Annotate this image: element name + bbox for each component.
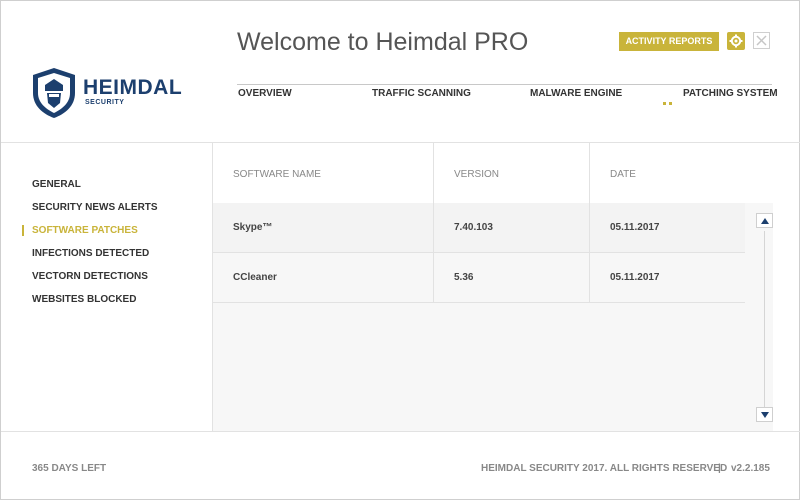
gear-icon	[729, 34, 743, 48]
footer-divider	[1, 431, 800, 432]
table-row[interactable]: CCleaner 5.36 05.11.2017	[213, 253, 745, 303]
page-title: Welcome to Heimdal PRO	[237, 28, 529, 56]
heimdal-logo: HEIMDAL SECURITY	[31, 67, 191, 119]
cell-date: 05.11.2017	[610, 272, 660, 283]
sidebar-item-websites-blocked[interactable]: WEBSITES BLOCKED	[32, 294, 136, 305]
copyright-label: HEIMDAL SECURITY 2017. ALL RIGHTS RESERV…	[481, 463, 728, 474]
sidebar-item-software-patches[interactable]: SOFTWARE PATCHES	[32, 225, 138, 236]
cell-software-name: Skype™	[233, 222, 273, 233]
column-divider	[589, 143, 590, 303]
tab-traffic-scanning[interactable]: TRAFFIC SCANNING	[372, 88, 471, 99]
tabs-divider	[237, 84, 772, 85]
arrow-down-icon	[761, 412, 769, 418]
scroll-up-button[interactable]	[756, 213, 773, 228]
sidebar-item-vectorn-detections[interactable]: VECTORN DETECTIONS	[32, 271, 148, 282]
column-header-date[interactable]: DATE	[610, 169, 636, 180]
footer-separator: |	[718, 463, 721, 474]
column-header-software-name[interactable]: SOFTWARE NAME	[233, 169, 321, 180]
app-window: HEIMDAL SECURITY Welcome to Heimdal PRO …	[0, 0, 800, 500]
cell-date: 05.11.2017	[610, 222, 660, 233]
shield-icon	[33, 68, 75, 118]
close-icon	[756, 35, 767, 46]
scroll-down-button[interactable]	[756, 407, 773, 422]
sidebar-item-infections-detected[interactable]: INFECTIONS DETECTED	[32, 248, 149, 259]
version-label: v2.2.185	[731, 463, 770, 474]
tab-overview[interactable]: OVERVIEW	[238, 88, 292, 99]
arrow-up-icon	[761, 218, 769, 224]
sidebar-item-general[interactable]: GENERAL	[32, 179, 81, 190]
column-divider	[433, 143, 434, 303]
close-button[interactable]	[753, 32, 770, 49]
column-header-version[interactable]: VERSION	[454, 169, 499, 180]
sidebar-item-security-news-alerts[interactable]: SECURITY NEWS ALERTS	[32, 202, 158, 213]
days-left-label: 365 DAYS LEFT	[32, 463, 107, 474]
cell-version: 7.40.103	[454, 222, 493, 233]
cell-version: 5.36	[454, 272, 474, 283]
scrollbar-track[interactable]	[764, 231, 765, 407]
logo-subtitle: SECURITY	[85, 99, 125, 106]
tab-malware-engine[interactable]: MALWARE ENGINE	[530, 88, 622, 99]
activity-reports-button[interactable]: ACTIVITY REPORTS	[619, 32, 719, 51]
cell-software-name: CCleaner	[233, 272, 277, 283]
active-tab-indicator	[663, 92, 675, 110]
logo-name: HEIMDAL	[83, 76, 183, 99]
active-item-marker	[22, 225, 24, 236]
settings-button[interactable]	[727, 32, 745, 50]
table-row[interactable]: Skype™ 7.40.103 05.11.2017	[213, 203, 745, 253]
tab-patching-system[interactable]: PATCHING SYSTEM	[683, 88, 778, 99]
